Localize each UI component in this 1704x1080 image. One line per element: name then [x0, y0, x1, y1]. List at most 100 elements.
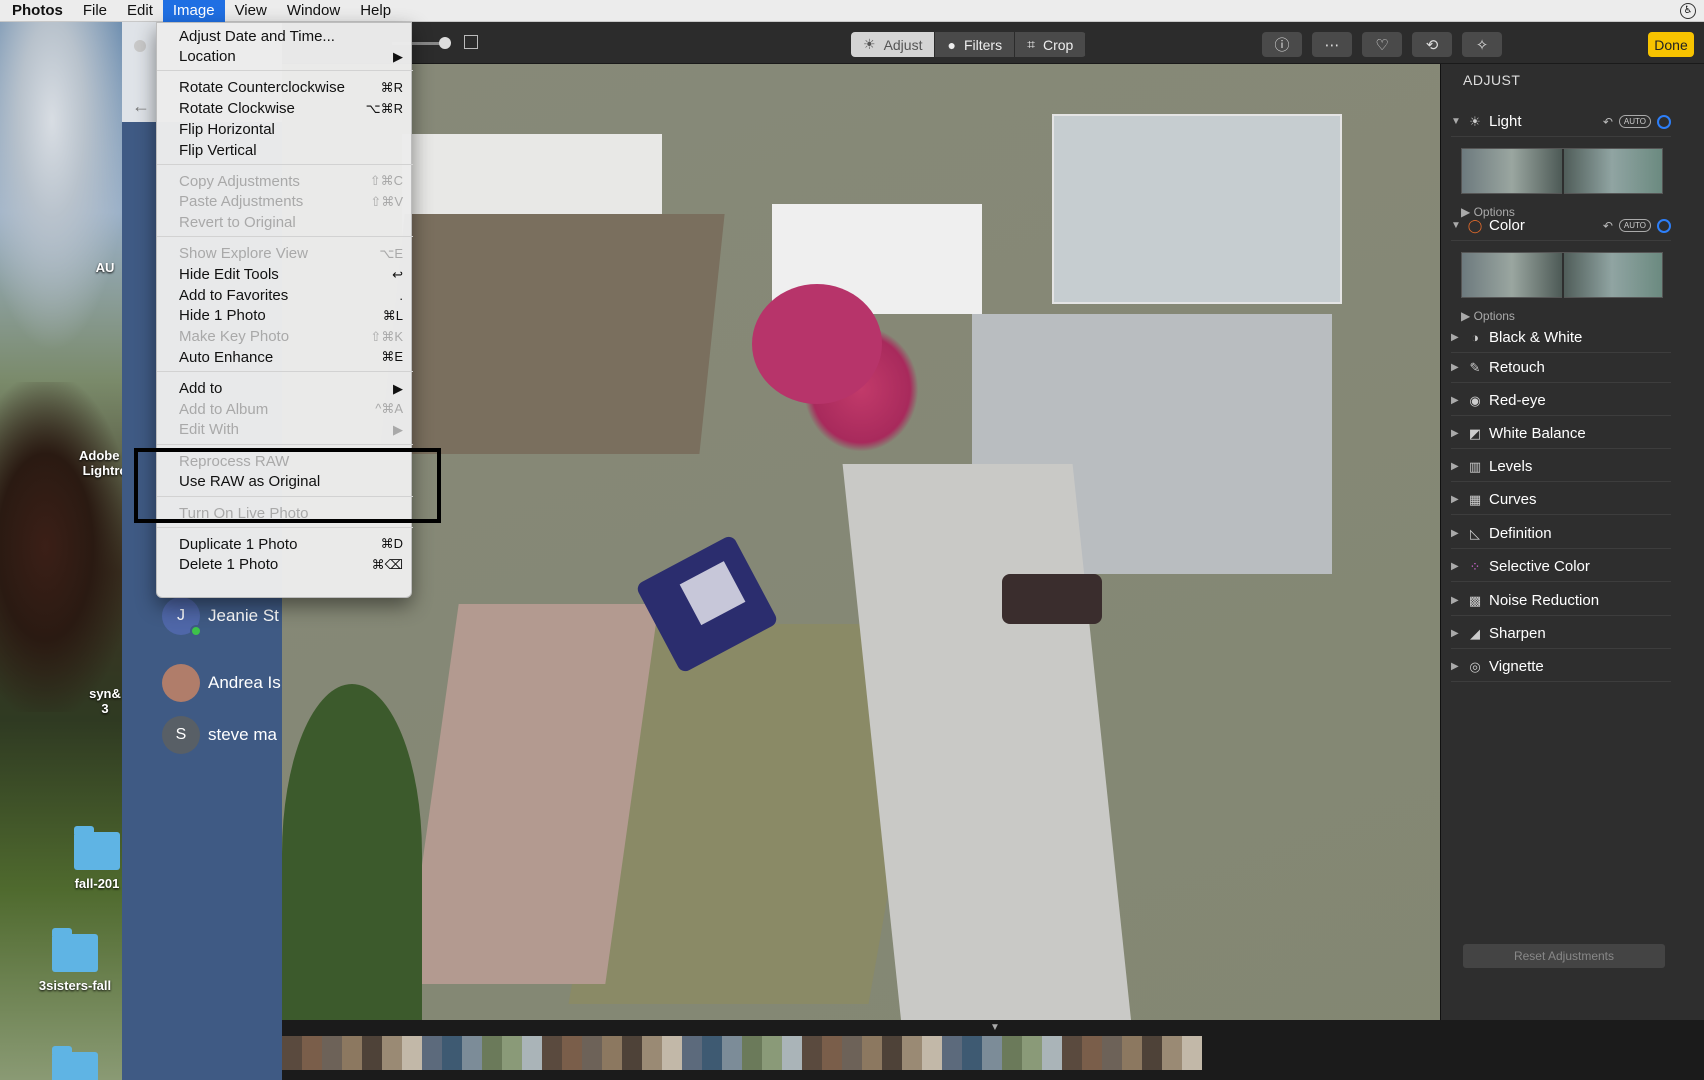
filmstrip-collapse-icon[interactable]: ▼ [990, 1022, 1000, 1033]
adjust-section-retouch[interactable]: ▶ ✎ Retouch [1451, 353, 1671, 383]
filmstrip-thumbnail[interactable] [542, 1036, 562, 1070]
filmstrip-thumbnail[interactable] [342, 1036, 362, 1070]
disclosure-triangle-icon[interactable]: ▶ [1451, 461, 1463, 472]
menu-item[interactable]: Auto Enhance ⌘E [157, 347, 413, 367]
filmstrip-thumbnail[interactable] [422, 1036, 442, 1070]
menu-item[interactable]: Show Explore View ⌥E [157, 244, 413, 264]
adjust-section-vignette[interactable]: ▶ ◎ Vignette [1451, 652, 1671, 682]
menu-view[interactable]: View [225, 0, 277, 22]
contact-item[interactable]: S steve ma [162, 716, 284, 754]
accessibility-icon[interactable]: ♿ [1680, 3, 1696, 19]
filmstrip-thumbnail[interactable] [622, 1036, 642, 1070]
toggle-ring-icon[interactable] [1657, 218, 1671, 233]
menu-item[interactable]: Delete 1 Photo ⌘⌫ [157, 555, 413, 575]
filmstrip-thumbnail[interactable] [502, 1036, 522, 1070]
filmstrip-thumbnail[interactable] [762, 1036, 782, 1070]
adjust-section-color[interactable]: ▼ ◯ Color ↶ AUTO [1451, 211, 1671, 241]
tab-adjust[interactable]: ☀ Adjust [851, 32, 936, 57]
menu-app[interactable]: Photos [0, 0, 73, 22]
rotate-button[interactable]: ⟲ [1412, 32, 1452, 57]
filmstrip-thumbnail[interactable] [722, 1036, 742, 1070]
filmstrip-thumbnail[interactable] [922, 1036, 942, 1070]
disclosure-triangle-icon[interactable]: ▶ [1451, 595, 1463, 606]
filmstrip-thumbnail[interactable] [862, 1036, 882, 1070]
filmstrip-thumbnail[interactable] [842, 1036, 862, 1070]
filmstrip-thumbnail[interactable] [902, 1036, 922, 1070]
menu-help[interactable]: Help [350, 0, 401, 22]
back-arrow-icon[interactable]: ← [132, 96, 150, 117]
filmstrip-thumbnail[interactable] [1142, 1036, 1162, 1070]
filmstrip-thumbnail[interactable] [1182, 1036, 1202, 1070]
contact-item[interactable]: J Jeanie St [162, 597, 284, 637]
filmstrip-thumbnail[interactable] [482, 1036, 502, 1070]
filmstrip-thumbnail[interactable] [602, 1036, 622, 1070]
filmstrip-thumbnail[interactable] [1042, 1036, 1062, 1070]
undo-icon[interactable]: ↶ [1603, 115, 1613, 129]
info-button[interactable]: ⓘ [1262, 32, 1302, 57]
filmstrip-thumbnail[interactable] [882, 1036, 902, 1070]
menu-item[interactable]: Adjust Date and Time... [157, 26, 413, 46]
filmstrip-thumbnail[interactable] [662, 1036, 682, 1070]
favorite-button[interactable]: ♡ [1362, 32, 1402, 57]
adjust-section-sharpen[interactable]: ▶ ◢ Sharpen [1451, 619, 1671, 649]
adjust-section-white-balance[interactable]: ▶ ◩ White Balance [1451, 419, 1671, 449]
disclosure-triangle-icon[interactable]: ▶ [1451, 628, 1463, 639]
menu-item[interactable]: Paste Adjustments ⇧⌘V [157, 192, 413, 212]
disclosure-triangle-icon[interactable]: ▶ [1451, 661, 1463, 672]
menu-item[interactable]: Make Key Photo ⇧⌘K [157, 327, 413, 347]
reset-adjustments-button[interactable]: Reset Adjustments [1463, 944, 1665, 968]
filmstrip-thumbnail[interactable] [302, 1036, 322, 1070]
adjust-section-selective-color[interactable]: ▶ ⁘ Selective Color [1451, 552, 1671, 582]
menu-item[interactable]: Edit With ▶ [157, 420, 413, 440]
filmstrip-thumbnail[interactable] [1022, 1036, 1042, 1070]
filmstrip-thumbnail[interactable] [1162, 1036, 1182, 1070]
disclosure-triangle-icon[interactable]: ▶ [1451, 428, 1463, 439]
menu-item[interactable]: Hide Edit Tools ↩ [157, 265, 413, 285]
filmstrip-thumbnail[interactable] [1082, 1036, 1102, 1070]
menu-window[interactable]: Window [277, 0, 350, 22]
menu-item[interactable]: Add to Album ^⌘A [157, 399, 413, 419]
adjust-section-levels[interactable]: ▶ ▥ Levels [1451, 452, 1671, 482]
filmstrip-thumbnail[interactable] [1002, 1036, 1022, 1070]
filmstrip-thumbnail[interactable] [322, 1036, 342, 1070]
done-button[interactable]: Done [1648, 32, 1694, 57]
zoom-fit-icon[interactable] [464, 35, 478, 49]
undo-icon[interactable]: ↶ [1603, 219, 1613, 233]
tab-crop[interactable]: ⌗ Crop [1015, 32, 1087, 57]
desktop-folder[interactable] [30, 1046, 120, 1080]
disclosure-triangle-icon[interactable]: ▼ [1451, 220, 1463, 231]
adjust-section-curves[interactable]: ▶ ▦ Curves [1451, 485, 1671, 515]
options-toggle[interactable]: ▶ Options [1461, 309, 1515, 323]
filmstrip-thumbnail[interactable] [402, 1036, 422, 1070]
filmstrip-thumbnail[interactable] [782, 1036, 802, 1070]
desktop-folder[interactable]: 3sisters-fall [30, 928, 120, 993]
menu-item[interactable]: Duplicate 1 Photo ⌘D [157, 534, 413, 554]
disclosure-triangle-icon[interactable]: ▶ [1451, 494, 1463, 505]
color-slider-thumbnails[interactable] [1461, 252, 1663, 299]
adjust-section-definition[interactable]: ▶ ◺ Definition [1451, 519, 1671, 549]
filmstrip-thumbnail[interactable] [462, 1036, 482, 1070]
adjust-section-light[interactable]: ▼ ☀ Light ↶ AUTO [1451, 107, 1671, 137]
menu-item[interactable]: Flip Vertical [157, 140, 413, 160]
menu-item[interactable]: Rotate Clockwise ⌥⌘R [157, 99, 413, 119]
menu-file[interactable]: File [73, 0, 117, 22]
filmstrip-thumbnail[interactable] [1062, 1036, 1082, 1070]
filmstrip-thumbnail[interactable] [962, 1036, 982, 1070]
menu-item[interactable]: Location ▶ [157, 47, 413, 67]
filmstrip-thumbnail[interactable] [522, 1036, 542, 1070]
menu-edit[interactable]: Edit [117, 0, 163, 22]
filmstrip-thumbnail[interactable] [362, 1036, 382, 1070]
menu-item[interactable]: Add to Favorites. [157, 285, 413, 305]
auto-button[interactable]: AUTO [1618, 219, 1651, 232]
filmstrip-thumbnail[interactable] [282, 1036, 302, 1070]
photo-canvas[interactable] [282, 64, 1440, 1020]
filmstrip-thumbnail[interactable] [582, 1036, 602, 1070]
filmstrip-thumbnail[interactable] [442, 1036, 462, 1070]
filmstrip-thumbnail[interactable] [982, 1036, 1002, 1070]
filmstrip-thumbnail[interactable] [822, 1036, 842, 1070]
disclosure-triangle-icon[interactable]: ▶ [1451, 332, 1463, 343]
more-button[interactable]: ⋯ [1312, 32, 1352, 57]
menu-item[interactable]: Revert to Original [157, 213, 413, 233]
filmstrip-thumbnail[interactable] [942, 1036, 962, 1070]
tab-filters[interactable]: ● Filters [935, 32, 1016, 57]
